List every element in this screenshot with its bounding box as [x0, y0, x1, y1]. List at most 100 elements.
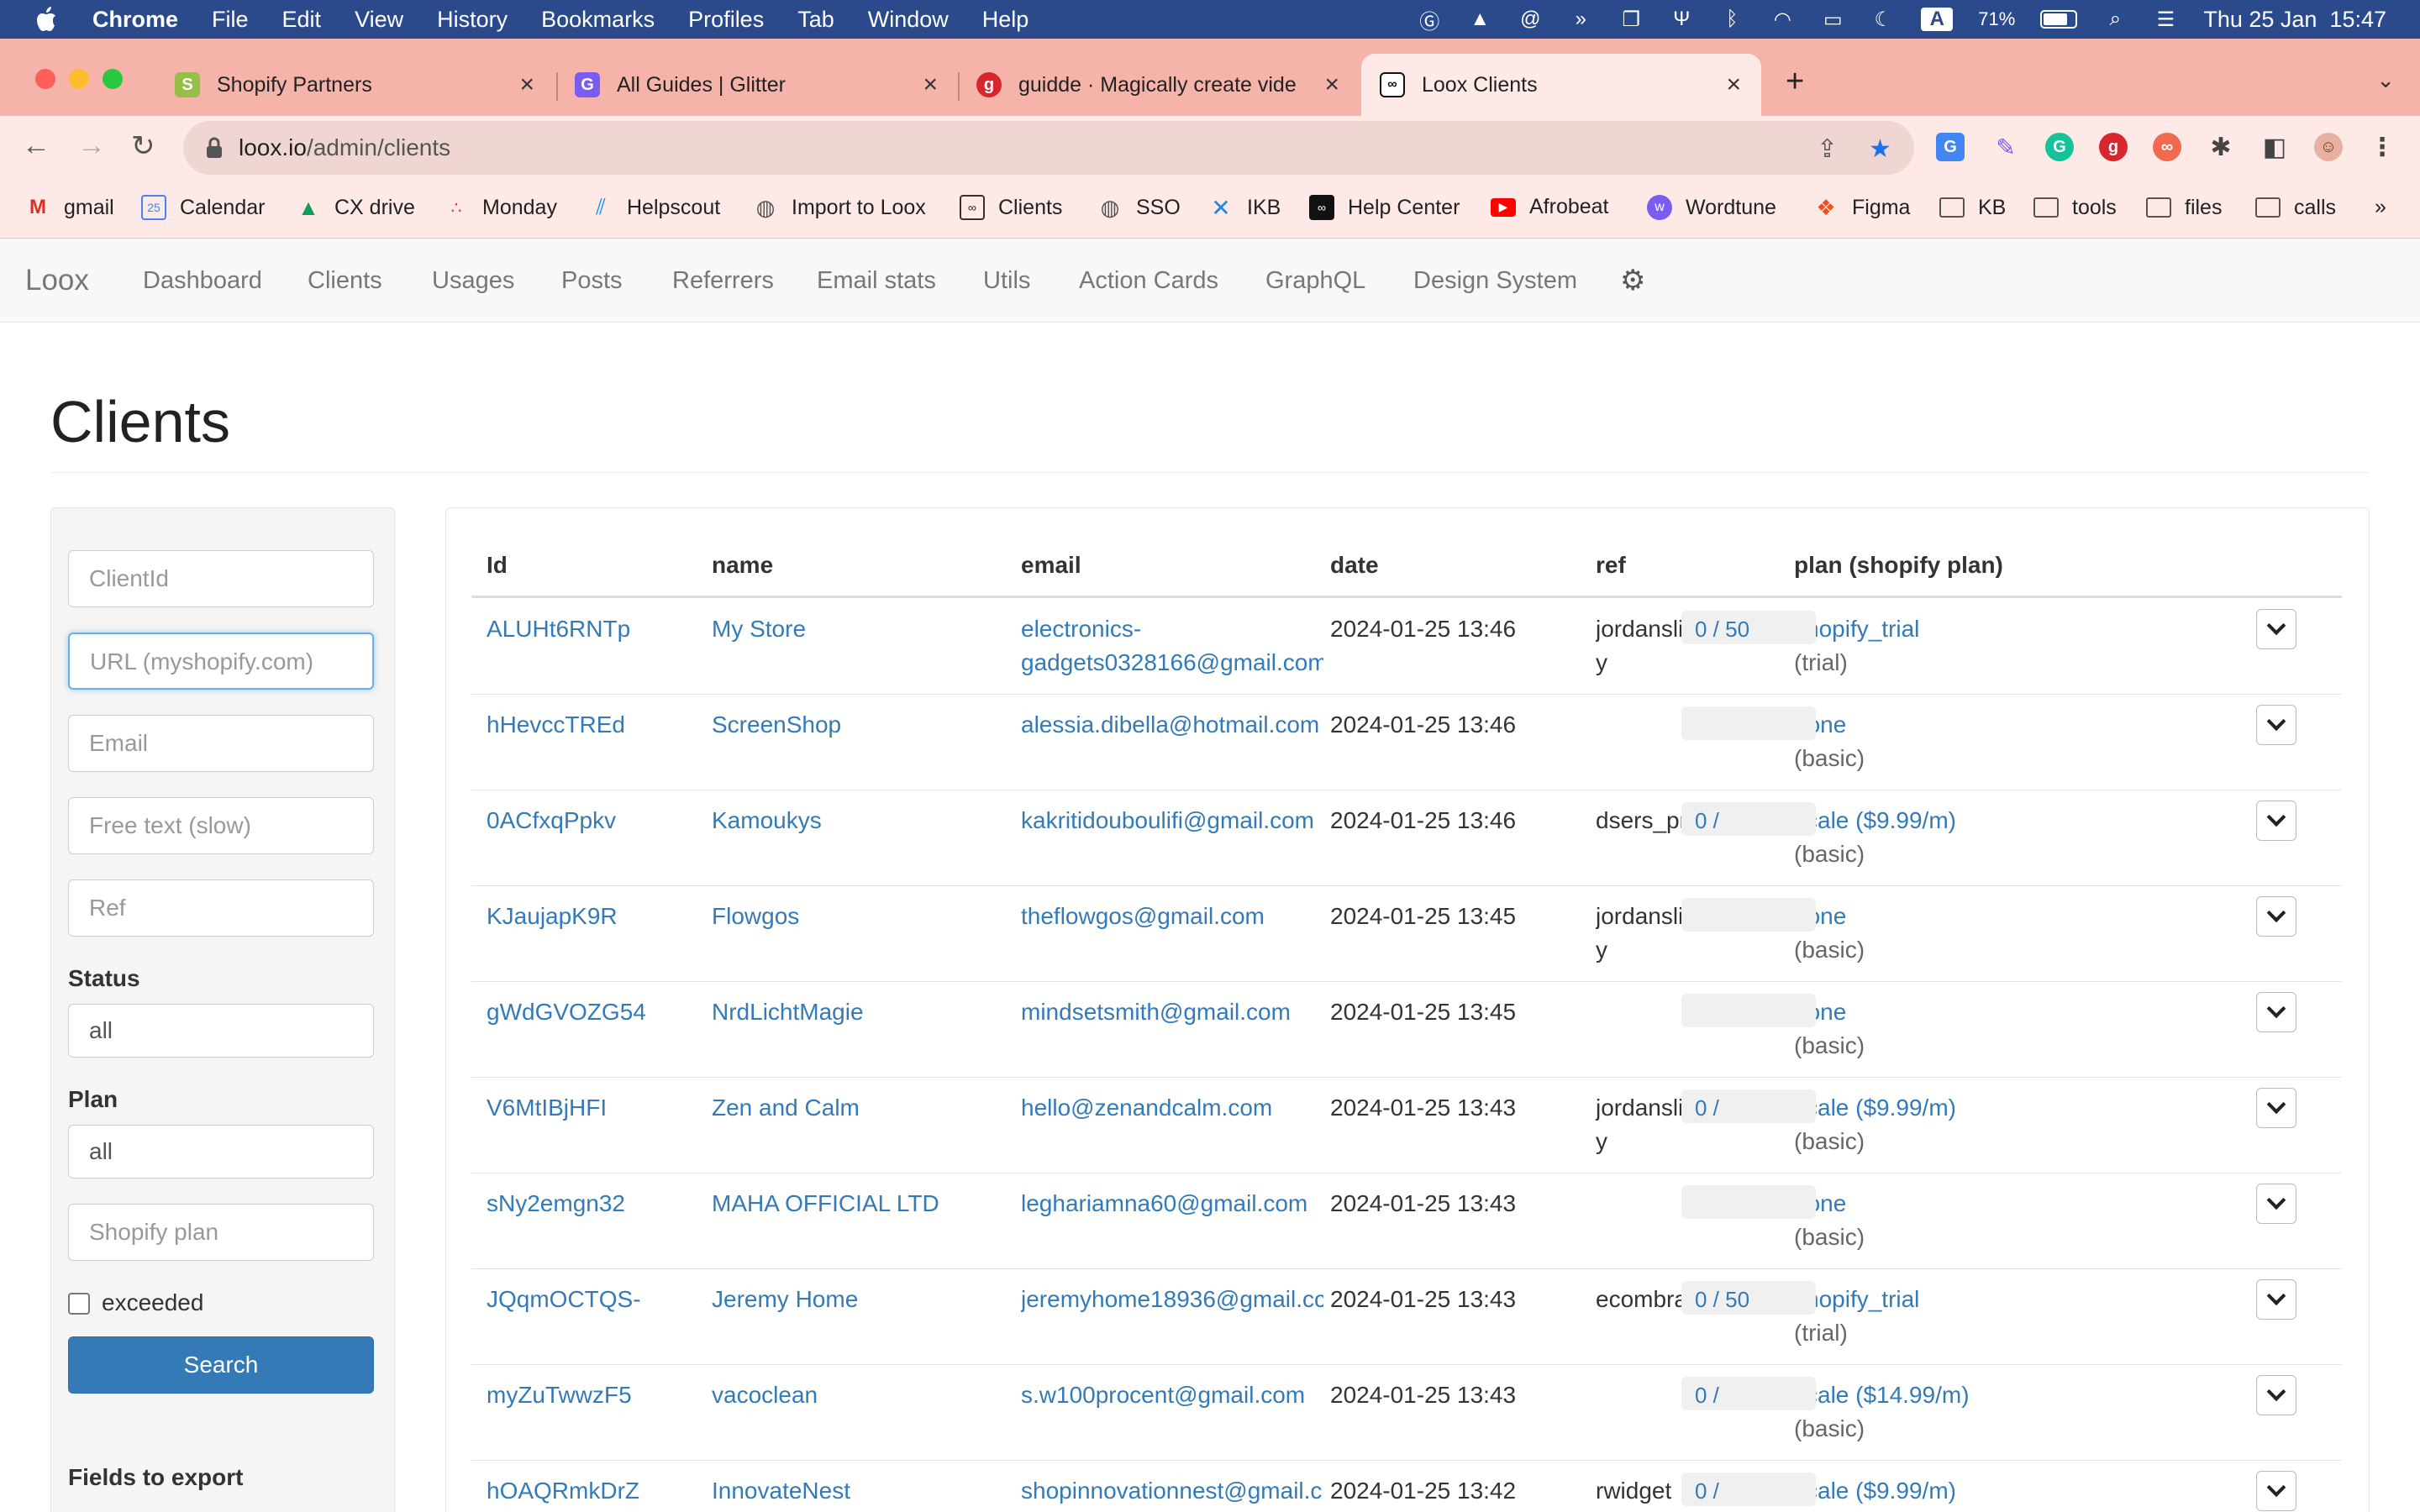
email-link[interactable]: jeremyhome18936@gmail.cc [1021, 1283, 1323, 1316]
email-link[interactable]: electronics- [1021, 612, 1323, 646]
address-bar[interactable]: loox.io/admin/clients ⇪ ★ [183, 121, 1914, 175]
row-actions-dropdown-button[interactable] [2256, 705, 2296, 745]
nav-graphql[interactable]: GraphQL [1265, 267, 1365, 295]
close-window-button[interactable] [35, 69, 55, 89]
browser-menu-icon[interactable]: ⋮ [2368, 133, 2396, 161]
extensions-puzzle-icon[interactable]: ✱ [2207, 133, 2235, 161]
plan-link[interactable]: scale ($14.99/m) [1794, 1378, 2012, 1412]
column-header-name[interactable]: name [712, 552, 773, 579]
store-name-link[interactable]: My Store [712, 612, 1014, 646]
exceeded-checkbox[interactable] [68, 1293, 90, 1315]
tab-shopify-partners[interactable]: S Shopify Partners × [151, 54, 555, 116]
client-id-link[interactable]: 0ACfxqPpkv [487, 804, 705, 837]
pen-extension-icon[interactable]: ✎ [1991, 133, 2020, 161]
nav-action-cards[interactable]: Action Cards [1079, 267, 1218, 295]
plan-select[interactable]: all [68, 1125, 374, 1179]
new-tab-icon[interactable]: + [1786, 64, 1804, 100]
store-name-link[interactable]: NrdLichtMagie [712, 995, 1014, 1029]
moon-icon[interactable]: ☾ [1870, 8, 1896, 31]
email-link-continued[interactable]: gadgets0328166@gmail.com [1021, 646, 1323, 680]
nav-utils[interactable]: Utils [983, 267, 1030, 295]
email-link[interactable]: alessia.dibella@hotmail.com [1021, 708, 1323, 742]
store-name-link[interactable]: InnovateNest [712, 1474, 1014, 1508]
apple-icon[interactable] [34, 6, 59, 33]
column-header-ref[interactable]: ref [1596, 552, 1626, 579]
plan-link[interactable]: none [1794, 1187, 2012, 1221]
bookmark-folder-files[interactable]: files [2146, 195, 2222, 220]
store-name-link[interactable]: ScreenShop [712, 708, 1014, 742]
bookmark-gmail[interactable]: Mgmail [25, 195, 114, 220]
client-id-input[interactable]: ClientId [68, 550, 374, 607]
bookmark-sso[interactable]: ◍ SSO [1097, 195, 1181, 220]
row-actions-dropdown-button[interactable] [2256, 896, 2296, 937]
bookmark-calendar[interactable]: 25 Calendar [141, 195, 265, 220]
email-link[interactable]: hello@zenandcalm.com [1021, 1091, 1323, 1125]
menu-app-name[interactable]: Chrome [92, 7, 178, 33]
nav-usages[interactable]: Usages [432, 267, 514, 295]
guidde-extension-icon[interactable]: g [2099, 133, 2128, 161]
bookmarks-overflow-chevron-icon[interactable]: » [2375, 195, 2386, 219]
store-name-link[interactable]: Jeremy Home [712, 1283, 1014, 1316]
bookmark-help-center[interactable]: ∞ Help Center [1309, 195, 1460, 220]
email-link[interactable]: leghariamna60@gmail.com [1021, 1187, 1323, 1221]
nav-design-system[interactable]: Design System [1413, 267, 1577, 295]
tab-search-chevron-icon[interactable]: ⌄ [2376, 67, 2395, 93]
bookmark-cx-drive[interactable]: ▲ CX drive [296, 195, 415, 220]
menu-view[interactable]: View [355, 7, 403, 33]
column-header-email[interactable]: email [1021, 552, 1081, 579]
shopify-plan-input[interactable]: Shopify plan [68, 1204, 374, 1261]
client-id-link[interactable]: V6MtIBjHFI [487, 1091, 705, 1125]
email-link[interactable]: theflowgos@gmail.com [1021, 900, 1323, 933]
grammarly-status-icon[interactable]: Ⓖ [1417, 8, 1442, 34]
battery-icon[interactable] [2040, 10, 2078, 29]
bookmark-clients[interactable]: ∞ Clients [960, 195, 1062, 220]
client-id-link[interactable]: KJaujapK9R [487, 900, 705, 933]
close-tab-icon[interactable]: × [1324, 71, 1339, 99]
email-input[interactable]: Email [68, 715, 374, 772]
bookmark-folder-tools[interactable]: tools [2033, 195, 2117, 220]
menubar-clock[interactable]: Thu 25 Jan 15:47 [2203, 7, 2386, 33]
bookmark-ikb[interactable]: ✕ IKB [1208, 195, 1281, 221]
bookmark-import-to-loox[interactable]: ◍ Import to Loox [753, 195, 926, 220]
tab-glitter[interactable]: G All Guides | Glitter × [558, 54, 958, 116]
client-id-link[interactable]: hHevccTREd [487, 708, 705, 742]
translate-extension-icon[interactable]: G [1936, 133, 1965, 161]
loop-extension-icon[interactable]: ∞ [2153, 133, 2181, 161]
side-panel-icon[interactable]: ◧ [2260, 133, 2289, 161]
plan-link[interactable]: scale ($9.99/m) [1794, 1091, 2012, 1125]
plan-link[interactable]: none [1794, 995, 2012, 1029]
bookmark-helpscout[interactable]: ⫽ Helpscout [588, 194, 720, 220]
close-tab-icon[interactable]: × [923, 71, 938, 99]
plan-link[interactable]: scale ($9.99/m) [1794, 1474, 2012, 1508]
speed-status-icon[interactable]: » [1568, 8, 1593, 31]
back-arrow-icon[interactable]: ← [22, 129, 50, 162]
grammarly-extension-icon[interactable]: G [2045, 133, 2074, 161]
row-actions-dropdown-button[interactable] [2256, 1279, 2296, 1320]
client-id-link[interactable]: ALUHt6RNTp [487, 612, 705, 646]
client-id-link[interactable]: JQqmOCTQS- [487, 1283, 705, 1316]
menu-window[interactable]: Window [868, 7, 949, 33]
bluetooth-icon[interactable]: ᛒ [1719, 8, 1744, 31]
menu-file[interactable]: File [212, 7, 249, 33]
bookmark-figma[interactable]: ❖ Figma [1813, 195, 1910, 220]
input-source-icon[interactable]: A [1921, 8, 1954, 31]
plan-link[interactable]: shopify_trial [1794, 1283, 2012, 1316]
tab-guidde[interactable]: g guidde · Magically create vide × [960, 54, 1360, 116]
email-link[interactable]: kakritidouboulifi@gmail.com [1021, 804, 1323, 837]
bookmark-star-icon[interactable]: ★ [1869, 134, 1891, 164]
plan-link[interactable]: shopify_trial [1794, 612, 2012, 646]
nav-referrers[interactable]: Referrers [672, 267, 774, 295]
row-actions-dropdown-button[interactable] [2256, 1184, 2296, 1224]
display-status-icon[interactable]: ▭ [1820, 8, 1845, 31]
reload-icon[interactable]: ↻ [131, 129, 155, 163]
bookmark-wordtune[interactable]: w Wordtune [1647, 195, 1776, 220]
close-tab-icon[interactable]: × [519, 71, 534, 99]
close-tab-icon[interactable]: × [1726, 71, 1741, 99]
bookmark-monday[interactable]: ∴ Monday [444, 195, 557, 220]
nav-dashboard[interactable]: Dashboard [143, 267, 262, 295]
row-actions-dropdown-button[interactable] [2256, 801, 2296, 841]
client-id-link[interactable]: sNy2emgn32 [487, 1187, 705, 1221]
email-link[interactable]: s.w100procent@gmail.com [1021, 1378, 1323, 1412]
nav-email-stats[interactable]: Email stats [817, 267, 936, 295]
row-actions-dropdown-button[interactable] [2256, 1088, 2296, 1128]
